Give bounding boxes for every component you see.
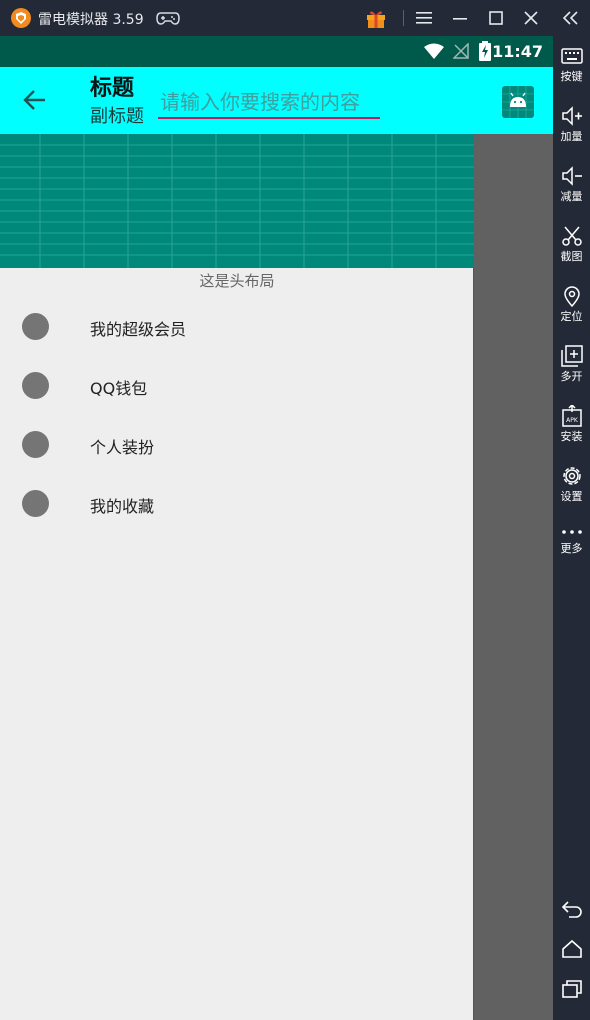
menu-item-icon [22, 431, 49, 458]
gear-icon [562, 467, 581, 485]
menu-item-icon [22, 313, 49, 340]
sidebar-item-install-apk[interactable]: APK 安装 [553, 401, 590, 457]
clock: 11:47 [492, 42, 543, 61]
toolbar-title: 标题 [90, 76, 135, 101]
emulator-window: 雷电模拟器 3.59 11:47 标题 副标题 请输入你要搜索的内容 这是头布局… [0, 0, 590, 1020]
android-app-icon[interactable] [502, 86, 534, 118]
android-recents-button[interactable] [553, 974, 590, 1004]
navigation-drawer: 这是头布局 我的超级会员 QQ钱包 个人装扮 我的收藏 [0, 134, 474, 1020]
close-button[interactable] [517, 4, 545, 32]
svg-text:APK: APK [566, 417, 579, 424]
android-recents-icon [561, 980, 582, 998]
wifi-icon [424, 43, 444, 59]
drawer-header-text: 这是头布局 [199, 272, 275, 290]
scissors-icon [561, 226, 582, 246]
menu-item-label: 个人装扮 [90, 438, 155, 457]
sidebar-item-label: 截图 [560, 250, 583, 263]
sidebar-item-volume-down[interactable]: 减量 [553, 161, 590, 217]
gift-icon [367, 11, 385, 28]
menu-item-icon [22, 372, 49, 399]
close-icon [524, 11, 538, 25]
sidebar-item-label: 设置 [560, 490, 583, 503]
menu-item-label: 我的收藏 [90, 497, 155, 516]
gamepad-icon[interactable] [156, 9, 180, 27]
no-signal-icon [453, 43, 469, 59]
minimize-icon [453, 18, 467, 20]
search-input[interactable] [158, 87, 380, 119]
drawer-item-favorites[interactable]: 我的收藏 [0, 476, 474, 532]
apk-install-icon: APK [561, 405, 582, 427]
drawer-item-personal-dressup[interactable]: 个人装扮 [0, 417, 474, 473]
gift-button[interactable] [362, 4, 390, 32]
location-pin-icon [563, 286, 580, 307]
menu-button[interactable] [410, 4, 438, 32]
sidebar-item-label: 多开 [560, 370, 583, 383]
double-chevron-left-icon [563, 11, 578, 25]
collapse-sidebar-button[interactable] [557, 4, 585, 32]
drawer-item-qq-wallet[interactable]: QQ钱包 [0, 358, 474, 414]
volume-up-icon [561, 106, 582, 126]
toolbar-subtitle: 副标题 [90, 106, 144, 127]
drawer-item-super-member[interactable]: 我的超级会员 [0, 299, 474, 355]
back-arrow-icon[interactable] [22, 87, 48, 113]
sidebar-item-location[interactable]: 定位 [553, 281, 590, 337]
sidebar-item-multi-instance[interactable]: 多开 [553, 341, 590, 397]
sidebar-item-screenshot[interactable]: 截图 [553, 221, 590, 277]
keyboard-icon [560, 48, 583, 64]
minimize-button[interactable] [446, 4, 474, 32]
menu-item-label: QQ钱包 [90, 379, 148, 398]
menu-item-icon [22, 490, 49, 517]
emulator-sidebar: 按键 加量 减量 截图 定位 多开 APK 安装 设置 更多 [553, 36, 590, 1020]
android-back-button[interactable] [553, 894, 590, 924]
battery-charging-icon [479, 41, 491, 61]
sidebar-item-label: 减量 [560, 190, 583, 203]
android-home-icon [561, 939, 582, 958]
volume-down-icon [561, 166, 582, 186]
sidebar-item-more[interactable]: 更多 [553, 521, 590, 577]
maximize-button[interactable] [482, 4, 510, 32]
drawer-header-image [0, 134, 474, 268]
android-screen: 11:47 标题 副标题 请输入你要搜索的内容 这是头布局 我的超级会员 QQ钱… [0, 36, 553, 1020]
sidebar-item-label: 加量 [560, 130, 583, 143]
sidebar-item-keymap[interactable]: 按键 [553, 41, 590, 97]
sidebar-item-settings[interactable]: 设置 [553, 461, 590, 517]
more-dots-icon [561, 530, 582, 534]
menu-item-label: 我的超级会员 [90, 320, 187, 339]
sidebar-item-label: 按键 [560, 70, 583, 83]
ldplayer-logo-icon [11, 8, 31, 28]
sidebar-item-label: 安装 [560, 430, 583, 443]
app-name: 雷电模拟器 3.59 [38, 12, 144, 28]
android-back-icon [561, 901, 582, 918]
titlebar-divider [403, 10, 404, 26]
app-toolbar: 标题 副标题 [0, 67, 553, 134]
sidebar-item-label: 定位 [560, 310, 583, 323]
maximize-icon [489, 11, 503, 25]
android-home-button[interactable] [553, 934, 590, 964]
sidebar-item-volume-up[interactable]: 加量 [553, 101, 590, 157]
emulator-titlebar: 雷电模拟器 3.59 [0, 0, 590, 36]
android-statusbar: 11:47 [0, 36, 553, 67]
hamburger-menu-icon [416, 12, 432, 24]
sidebar-item-label: 更多 [560, 542, 583, 555]
multi-instance-icon [560, 345, 583, 367]
